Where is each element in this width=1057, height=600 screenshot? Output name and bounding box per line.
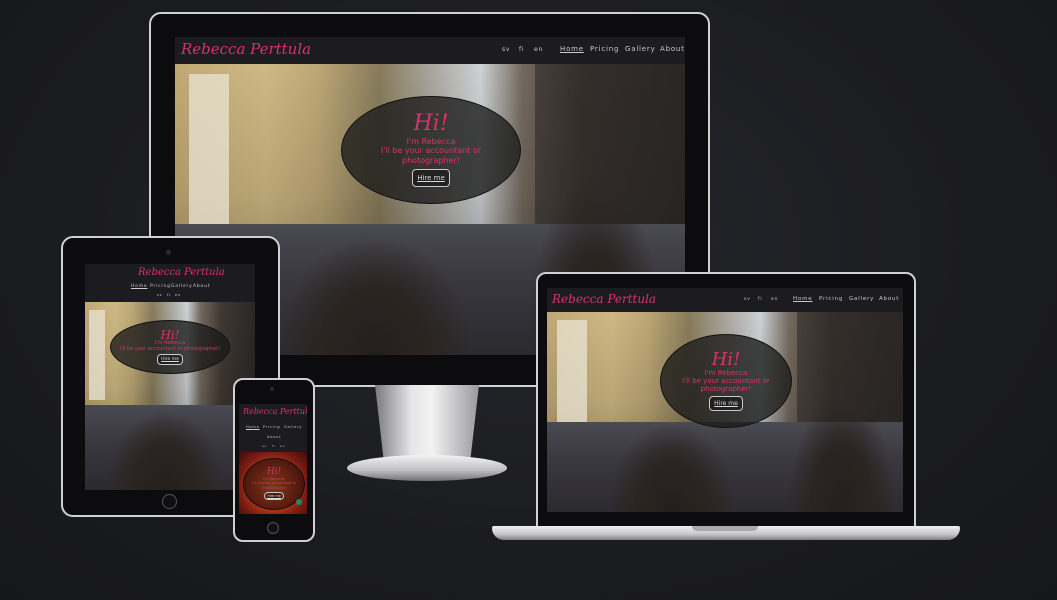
hero-tagline: I'll be your accountant or photographer! [119,345,221,352]
hero-greeting: Hi! [160,327,180,342]
nav-gallery[interactable]: Gallery [849,296,874,302]
site-logo[interactable]: Rebecca Perttula [552,292,656,306]
phone-screen: Rebecca Perttula Home Pricing Gallery Ab… [239,404,307,514]
hire-me-button[interactable]: Hire me [412,168,450,187]
nav-about[interactable]: About [267,435,281,439]
scroll-top-icon[interactable] [296,499,302,505]
lang-sv[interactable]: sv [744,297,751,302]
tablet-navbar: Rebecca Perttula Home Pricing Gallery Ab… [85,264,255,302]
hire-me-button[interactable]: Hire me [709,396,743,412]
desktop-navbar: Rebecca Perttula sv fi en Home Pricing G… [175,37,685,64]
site-logo[interactable]: Rebecca Perttula [138,267,225,278]
phone-home-button[interactable] [267,522,279,534]
nav-pricing[interactable]: Pricing [263,425,280,429]
lang-en[interactable]: en [534,46,543,53]
nav-pricing[interactable]: Pricing [150,284,171,289]
hero-image: Hi! I'm Rebecca I'll be your accountant … [547,312,903,512]
phone-camera-icon [270,387,274,391]
nav-pricing[interactable]: Pricing [590,45,619,53]
nav-pricing[interactable]: Pricing [819,296,843,302]
phone: Rebecca Perttula Home Pricing Gallery Ab… [233,378,315,542]
laptop-navbar: Rebecca Perttula sv fi en Home Pricing G… [547,288,903,312]
nav-about[interactable]: About [879,296,899,302]
hero-tagline: I'll be your accountant or photographer! [380,146,482,165]
nav-about[interactable]: About [193,284,210,289]
tablet-camera-icon [166,250,171,255]
hero-bubble: Hi! I'm Rebecca I'll be your accountant … [660,334,792,428]
lang-en[interactable]: en [175,293,181,297]
lang-fi[interactable]: fi [519,46,524,53]
hero-greeting: Hi! [413,111,449,137]
nav-home[interactable]: Home [131,284,148,289]
lang-sv[interactable]: sv [502,46,510,53]
laptop-screen: Rebecca Perttula sv fi en Home Pricing G… [547,288,903,512]
lang-sv[interactable]: sv [157,293,163,297]
lang-fi[interactable]: fi [167,293,171,297]
hero-bubble: Hi! I'm Rebecca I'll be your accountant … [341,96,521,204]
hero-image: Hi! I'm Rebecca I'll be your accountant … [239,452,307,514]
site-logo[interactable]: Rebecca Perttula [181,40,311,58]
nav-home[interactable]: Home [246,425,260,429]
nav-gallery[interactable]: Gallery [171,284,193,289]
tablet-home-button[interactable] [162,494,177,509]
hero-tagline: I'll be your accountant or photographer! [252,481,296,490]
tablet-screen: Rebecca Perttula Home Pricing Gallery Ab… [85,264,255,490]
lang-en[interactable]: en [771,297,778,302]
laptop: Rebecca Perttula sv fi en Home Pricing G… [492,272,960,548]
nav-about[interactable]: About [660,45,685,53]
hero-greeting: Hi! [711,348,741,370]
hire-me-button[interactable]: Hire me [264,491,284,500]
nav-home[interactable]: Home [560,45,584,53]
monitor-stand [347,385,507,483]
nav-home[interactable]: Home [793,296,812,302]
hero-bubble: Hi! I'm Rebecca I'll be your accountant … [110,320,230,374]
lang-fi[interactable]: fi [272,444,276,448]
hero-image: Hi! I'm Rebecca I'll be your accountant … [85,302,255,490]
nav-gallery[interactable]: Gallery [625,45,656,53]
hero-tagline: I'll be your accountant or photographer! [682,376,770,394]
phone-navbar: Rebecca Perttula Home Pricing Gallery Ab… [239,404,307,452]
lang-fi[interactable]: fi [758,297,762,302]
hero-greeting: Hi! [266,467,282,478]
hire-me-button[interactable]: Hire me [157,354,183,366]
site-logo[interactable]: Rebecca Perttula [243,407,307,416]
hero-intro: I'm Rebecca [704,368,748,377]
lang-en[interactable]: en [280,444,285,448]
lang-sv[interactable]: sv [262,444,267,448]
hero-intro: I'm Rebecca [406,137,456,147]
nav-gallery[interactable]: Gallery [284,425,302,429]
